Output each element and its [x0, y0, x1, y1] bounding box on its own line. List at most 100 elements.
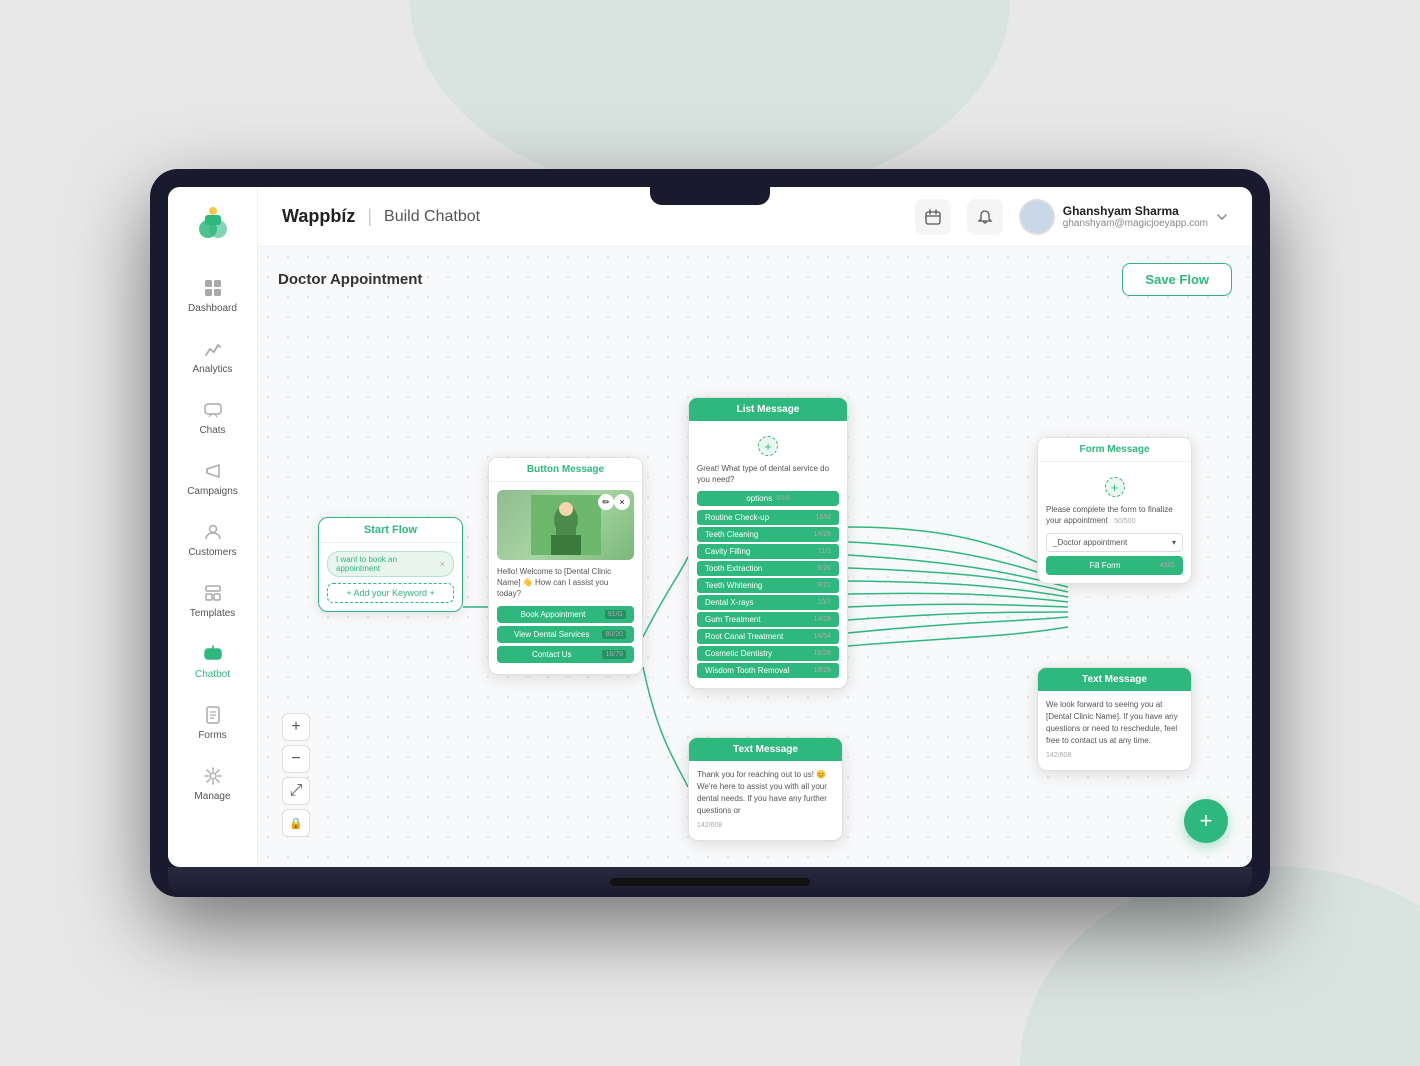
- list-item-8: Cosmetic Dentistry 16/28: [697, 646, 839, 661]
- list-add-btn[interactable]: +: [697, 433, 839, 459]
- sidebar-item-forms-label: Forms: [198, 730, 226, 741]
- list-item-9: Wisdom Tooth Removal 18/29: [697, 663, 839, 678]
- text-message-1-header: Text Message: [689, 738, 842, 761]
- button-message-image: ✏ ×: [497, 490, 634, 560]
- save-flow-button[interactable]: Save Flow: [1122, 263, 1232, 296]
- zoom-controls: + − ⤢ 🔒: [282, 713, 310, 837]
- start-flow-node[interactable]: Start Flow I want to book an appointment…: [318, 517, 463, 612]
- user-avatar: [1019, 199, 1055, 235]
- chatbot-icon: [202, 643, 224, 665]
- list-message-header: List Message: [689, 398, 847, 421]
- list-item-6: Gum Treatment 14/28: [697, 612, 839, 627]
- app-name: Wappbíz: [282, 206, 355, 227]
- main-content: Wappbíz | Build Chatbot: [258, 187, 1252, 867]
- user-email: ghanshyam@magicjoeyapp.com: [1063, 218, 1208, 229]
- list-item-1: Teeth Cleaning 14/28: [697, 527, 839, 542]
- button-message-header: Button Message: [489, 458, 642, 482]
- sidebar-item-customers-label: Customers: [188, 547, 236, 558]
- user-name: Ghanshyam Sharma: [1063, 204, 1208, 218]
- list-item-4: Teeth Whitening 9/21: [697, 578, 839, 593]
- form-field-dropdown[interactable]: _Doctor appointment ▾: [1046, 533, 1183, 552]
- chevron-down-icon: [1216, 211, 1228, 223]
- contact-us-btn: Contact Us 16/79: [497, 646, 634, 663]
- campaigns-icon: [202, 460, 224, 482]
- sidebar-item-templates-label: Templates: [190, 608, 236, 619]
- book-appointment-btn: Book Appointment 91/G: [497, 606, 634, 623]
- button-message-node[interactable]: Button Message: [488, 457, 643, 675]
- bell-icon: [977, 209, 993, 225]
- sidebar-item-chatbot-label: Chatbot: [195, 669, 230, 680]
- text-message-node-1[interactable]: Text Message Thank you for reaching out …: [688, 737, 843, 841]
- sidebar: Dashboard Analytics: [168, 187, 258, 867]
- sidebar-item-campaigns[interactable]: Campaigns: [175, 450, 251, 507]
- form-description: Please complete the form to finalize you…: [1046, 504, 1183, 527]
- fit-screen-button[interactable]: ⤢: [282, 777, 310, 805]
- fill-form-button[interactable]: Fill Form 43/G: [1046, 556, 1183, 575]
- user-text-block: Ghanshyam Sharma ghanshyam@magicjoeyapp.…: [1063, 204, 1208, 229]
- list-item-7: Root Canal Treatment 14/54: [697, 629, 839, 644]
- list-item-3: Tooth Extraction 9/26: [697, 561, 839, 576]
- customers-icon: [202, 521, 224, 543]
- list-message-body: + Great! What type of dental service do …: [689, 421, 847, 688]
- form-message-header: Form Message: [1038, 438, 1191, 462]
- analytics-icon: [202, 338, 224, 360]
- list-options-btn: options 5/19: [697, 491, 839, 506]
- form-message-node[interactable]: Form Message + Please complete the form …: [1037, 437, 1192, 584]
- list-item-5: Dental X-rays 10/7: [697, 595, 839, 610]
- edit-image-icon[interactable]: ✏: [598, 494, 614, 510]
- sidebar-item-analytics-label: Analytics: [192, 364, 232, 375]
- remove-image-icon[interactable]: ×: [614, 494, 630, 510]
- sidebar-item-campaigns-label: Campaigns: [187, 486, 238, 497]
- flow-canvas: Start Flow I want to book an appointment…: [258, 297, 1252, 867]
- flow-title: Doctor Appointment: [278, 271, 422, 288]
- canvas-area[interactable]: Doctor Appointment Save Flow: [258, 247, 1252, 867]
- add-keyword-btn[interactable]: + Add your Keyword +: [327, 583, 454, 603]
- logo[interactable]: [191, 203, 235, 247]
- form-add-btn[interactable]: +: [1046, 474, 1183, 500]
- forms-icon: [202, 704, 224, 726]
- sidebar-item-chats-label: Chats: [199, 425, 225, 436]
- form-message-body: + Please complete the form to finalize y…: [1038, 462, 1191, 583]
- start-flow-node-body: I want to book an appointment × + Add yo…: [319, 543, 462, 611]
- start-flow-node-header: Start Flow: [319, 518, 462, 543]
- sidebar-item-dashboard[interactable]: Dashboard: [175, 267, 251, 324]
- add-node-fab[interactable]: +: [1184, 799, 1228, 843]
- page-subtitle: Build Chatbot: [384, 208, 480, 226]
- sidebar-item-customers[interactable]: Customers: [175, 511, 251, 568]
- list-message-node[interactable]: List Message + Great! What type of denta…: [688, 397, 848, 689]
- calendar-button[interactable]: [915, 199, 951, 235]
- user-profile[interactable]: Ghanshyam Sharma ghanshyam@magicjoeyapp.…: [1019, 199, 1228, 235]
- button-message-body: ✏ × Hello! Welcome to [Dental Clinic Nam…: [489, 482, 642, 674]
- dashboard-icon: [202, 277, 224, 299]
- sidebar-item-manage[interactable]: Manage: [175, 755, 251, 812]
- list-item-2: Cavity Filling 11/1: [697, 544, 839, 559]
- templates-icon: [202, 582, 224, 604]
- button-message-text: Hello! Welcome to [Dental Clinic Name] 👋…: [497, 566, 634, 600]
- view-dental-services-btn: View Dental Services 80/20: [497, 626, 634, 643]
- sidebar-item-templates[interactable]: Templates: [175, 572, 251, 629]
- sidebar-item-forms[interactable]: Forms: [175, 694, 251, 751]
- header-left: Wappbíz | Build Chatbot: [282, 206, 480, 227]
- sidebar-item-chatbot[interactable]: Chatbot: [175, 633, 251, 690]
- text-message-node-2[interactable]: Text Message We look forward to seeing y…: [1037, 667, 1192, 771]
- sidebar-item-dashboard-label: Dashboard: [188, 303, 237, 314]
- manage-icon: [202, 765, 224, 787]
- notification-button[interactable]: [967, 199, 1003, 235]
- header-separator: |: [367, 206, 372, 227]
- sidebar-item-analytics[interactable]: Analytics: [175, 328, 251, 385]
- keyword-tag: I want to book an appointment ×: [327, 551, 454, 577]
- list-item-0: Routine Check-up 16/M: [697, 510, 839, 525]
- sidebar-item-manage-label: Manage: [194, 791, 230, 802]
- text-message-2-body: We look forward to seeing you at [Dental…: [1038, 691, 1191, 770]
- text-message-2-header: Text Message: [1038, 668, 1191, 691]
- zoom-out-button[interactable]: −: [282, 745, 310, 773]
- sidebar-item-chats[interactable]: Chats: [175, 389, 251, 446]
- list-description: Great! What type of dental service do yo…: [697, 463, 839, 485]
- header-right: Ghanshyam Sharma ghanshyam@magicjoeyapp.…: [915, 199, 1228, 235]
- canvas-toolbar: Doctor Appointment Save Flow: [278, 263, 1232, 296]
- calendar-icon: [925, 209, 941, 225]
- chats-icon: [202, 399, 224, 421]
- text-message-1-body: Thank you for reaching out to us! 😊 We'r…: [689, 761, 842, 840]
- zoom-in-button[interactable]: +: [282, 713, 310, 741]
- lock-button[interactable]: 🔒: [282, 809, 310, 837]
